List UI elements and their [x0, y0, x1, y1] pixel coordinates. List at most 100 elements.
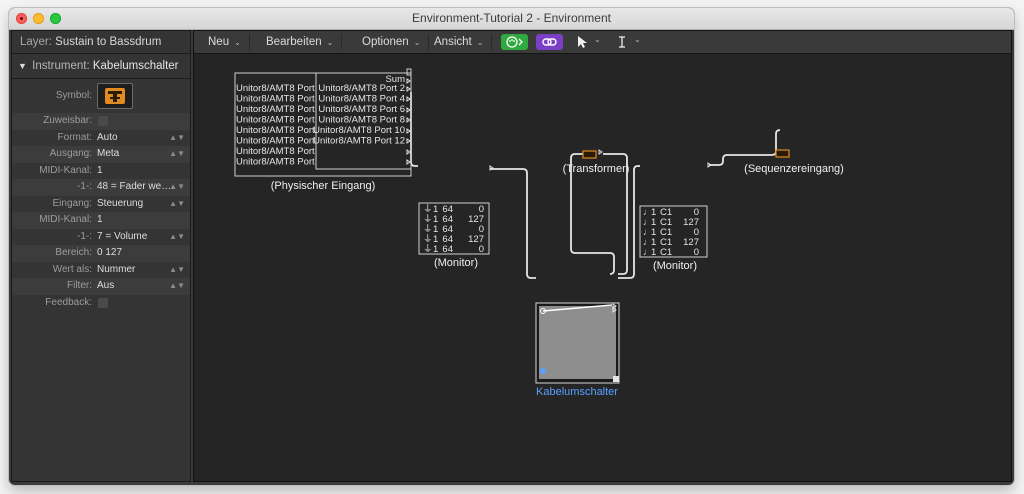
param-format-row[interactable]: Format: Auto ▲▼ [12, 130, 190, 147]
left-port-label: Unitor8/AMT8 Port [236, 115, 315, 126]
param-out-controller-row[interactable]: -1-: 48 = Fader we… ▲▼ [12, 179, 190, 196]
link-icon [542, 38, 557, 46]
instrument-label: Instrument: [32, 60, 90, 72]
environment-canvas[interactable]: Sum Unitor8/AMT8 Port Unitor8/AMT8 Port … [194, 54, 1011, 481]
updown-arrows-icon: ▲▼ [169, 281, 185, 290]
feedback-checkbox[interactable] [98, 297, 108, 308]
monitor2-a: C1 [660, 247, 672, 258]
assignable-checkbox[interactable] [98, 116, 108, 126]
right-port-label: Unitor8/AMT8 Port 8 [318, 115, 405, 126]
right-port-label: Unitor8/AMT8 Port 6 [318, 104, 405, 115]
sequencer-input-icon [775, 149, 790, 158]
param-value[interactable]: 7 = Volume [97, 229, 147, 246]
menu-label: Bearbeiten [266, 36, 322, 48]
param-value[interactable]: Nummer [97, 262, 135, 279]
instrument-name[interactable]: Kabelumschalter [93, 60, 179, 72]
param-label: MIDI-Kanal: [39, 214, 92, 225]
title-bar[interactable]: Environment-Tutorial 2 - Environment [9, 8, 1014, 30]
param-value[interactable]: Auto [97, 130, 118, 147]
param-value[interactable]: 48 = Fader we… [97, 179, 171, 196]
param-label: Zuweisbar: [43, 115, 92, 126]
updown-arrows-icon: ▲▼ [169, 182, 185, 191]
left-port-label: Unitor8/AMT8 Port [236, 104, 315, 115]
menu-neu[interactable]: Neu ⌄ [200, 34, 250, 50]
cable-switcher-object[interactable]: Kabelumschalter [535, 302, 620, 398]
selection-handle-icon[interactable] [540, 368, 546, 374]
monitor1-a: 64 [442, 244, 453, 255]
menu-ansicht[interactable]: Ansicht ⌄ [426, 34, 493, 50]
param-value[interactable]: Steuerung [97, 196, 143, 213]
updown-arrows-icon: ▲▼ [169, 198, 185, 208]
instrument-row[interactable]: ▼ Instrument: Kabelumschalter [12, 54, 190, 79]
link-button[interactable] [536, 34, 563, 50]
param-filter-row[interactable]: Filter: Aus ▲▼ [12, 278, 190, 295]
left-port-label: Unitor8/AMT8 Port [236, 157, 315, 168]
layer-value[interactable]: Sustain to Bassdrum [55, 36, 161, 48]
param-value[interactable]: 0 127 [97, 245, 122, 262]
param-wert-als-row[interactable]: Wert als: Nummer ▲▼ [12, 262, 190, 279]
chevron-down-icon: ⌄ [476, 38, 484, 47]
window-title: Environment-Tutorial 2 - Environment [412, 11, 611, 25]
chevron-down-icon: ⌄ [634, 35, 641, 44]
local-toolbar: Neu ⌄ Bearbeiten ⌄ Optionen ⌄ Ansicht ⌄ [194, 31, 1011, 54]
right-port-label: Unitor8/AMT8 Port 4 [318, 94, 405, 105]
param-label: Wert als: [52, 263, 92, 275]
left-port-label: Unitor8/AMT8 Port [236, 136, 315, 147]
monitor1-label: (Monitor) [434, 257, 478, 269]
parameter-list: Symbol: Zuweisbar: Format: Auto ▲▼ Ausga… [12, 79, 190, 311]
menu-label: Neu [208, 36, 230, 48]
monitor1-event-icon: ⏚ [423, 244, 433, 255]
right-port-label: Unitor8/AMT8 Port 10 [313, 125, 405, 136]
text-tool-menu[interactable]: ⌄ [614, 34, 648, 50]
menu-label: Optionen [362, 36, 409, 48]
param-label: Feedback: [45, 296, 92, 308]
menu-optionen[interactable]: Optionen ⌄ [354, 34, 430, 50]
monitor-object-1[interactable]: ⏚ 1 64 0 ⏚ 1 64 127 ⏚ 1 64 0 ⏚ 1 64 127 [418, 165, 494, 269]
param-midi-channel-out-row[interactable]: MIDI-Kanal: 1 [12, 163, 190, 180]
sequencer-input-object[interactable]: (Sequenzereingang) [744, 149, 844, 175]
arrow-pointer-icon [578, 36, 587, 48]
param-label: Ausgang: [49, 148, 92, 159]
param-in-controller-row[interactable]: -1-: 7 = Volume ▲▼ [12, 229, 190, 246]
chevron-down-icon: ⌄ [326, 38, 334, 47]
param-value[interactable]: 1 [97, 163, 103, 180]
transformer-icon [582, 150, 597, 159]
sequencer-input-label: (Sequenzereingang) [744, 163, 844, 175]
param-label: MIDI-Kanal: [39, 164, 92, 176]
param-label: -1-: [77, 181, 92, 192]
left-port-label: Unitor8/AMT8 Port [236, 125, 315, 136]
monitor1-ch: 1 [433, 244, 438, 255]
chevron-down-icon: ⌄ [234, 38, 241, 47]
param-zuweisbar-row: Zuweisbar: [12, 113, 190, 130]
param-value[interactable]: 1 [97, 212, 103, 229]
updown-arrows-icon: ▲▼ [169, 149, 185, 158]
pointer-tool-menu[interactable]: ⌄ [574, 34, 608, 50]
monitor-object-2[interactable]: ♩ 1 C1 0 ♩ 1 C1 127 ♩ 1 C1 0 ♩ 1 C1 127 [639, 162, 712, 272]
param-bereich-row[interactable]: Bereich: 0 127 [12, 245, 190, 262]
left-port-label: Unitor8/AMT8 Port [236, 146, 315, 157]
cable-monitor1-to-switcher [490, 168, 536, 279]
param-label: Bereich: [55, 247, 92, 258]
right-port-label: Unitor8/AMT8 Port 12 [313, 136, 405, 147]
param-value[interactable]: Aus [97, 278, 114, 295]
cable-switcher-symbol-icon [105, 88, 125, 104]
param-feedback-row: Feedback: [12, 295, 190, 312]
updown-arrows-icon: ▲▼ [169, 231, 185, 241]
resize-handle-icon[interactable] [613, 376, 619, 382]
inspector-panel: Layer: Sustain to Bassdrum ▼ Instrument:… [11, 30, 191, 482]
left-port-label: Unitor8/AMT8 Port [236, 83, 315, 94]
param-midi-channel-in-row[interactable]: MIDI-Kanal: 1 [12, 212, 190, 229]
param-ausgang-row[interactable]: Ausgang: Meta ▲▼ [12, 146, 190, 163]
text-cursor-icon [619, 36, 625, 48]
param-eingang-row[interactable]: Eingang: Steuerung ▲▼ [12, 196, 190, 213]
transformer-label: (Transformer) [563, 163, 630, 175]
symbol-button[interactable] [97, 83, 133, 109]
param-label: -1-: [77, 230, 92, 242]
left-port-label: Unitor8/AMT8 Port [236, 94, 315, 105]
disclosure-triangle-icon[interactable]: ▼ [18, 54, 27, 78]
physical-input-object[interactable]: Sum Unitor8/AMT8 Port Unitor8/AMT8 Port … [234, 68, 412, 192]
midi-thru-button[interactable] [501, 34, 528, 50]
menu-bearbeiten[interactable]: Bearbeiten ⌄ [258, 34, 343, 50]
param-value[interactable]: Meta [97, 146, 119, 163]
layer-row[interactable]: Layer: Sustain to Bassdrum [12, 31, 190, 54]
